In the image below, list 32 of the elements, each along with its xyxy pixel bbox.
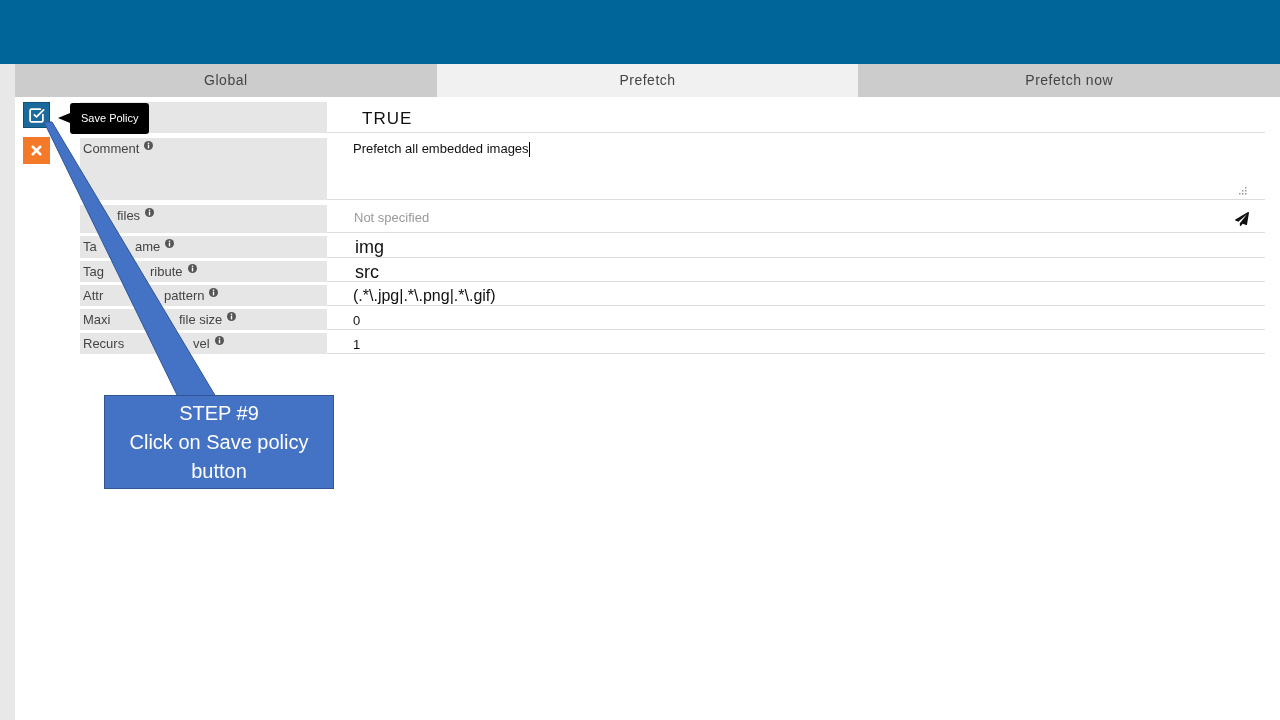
files-input[interactable]: Not specified [354, 208, 1235, 228]
field-label: Ta [83, 239, 97, 254]
check-square-icon [28, 106, 45, 124]
tooltip: Save Policy [58, 103, 150, 134]
comment-textarea[interactable]: Prefetch all embedded images [327, 138, 1265, 200]
close-icon [29, 143, 44, 158]
field-label: Attr [83, 288, 104, 303]
field-label: files [117, 207, 141, 225]
save-button[interactable] [23, 102, 50, 128]
tab[interactable]: Global [15, 64, 437, 97]
tab[interactable]: Prefetch [436, 64, 859, 97]
field-label: ribute [150, 263, 183, 281]
callout-title: STEP #9 [179, 400, 259, 426]
field-label: vel [193, 335, 210, 353]
field-label: Tag [83, 264, 104, 279]
field-value: src [355, 262, 379, 282]
field-label: Recurs [83, 336, 125, 351]
callout-text: Click on Save policy button [128, 429, 310, 484]
field-value: 1 [353, 337, 361, 352]
field-label: ame [135, 238, 161, 256]
field-label: file size [179, 311, 223, 329]
field-value: 0 [353, 313, 361, 328]
field-value: (.*\.jpg|.*\.png|.*\.gif) [353, 287, 496, 304]
tab[interactable]: Prefetch now [858, 64, 1280, 97]
field-label: Comment [83, 140, 140, 158]
resize-grip-icon[interactable] [1239, 187, 1247, 195]
field-value: img [355, 237, 384, 257]
send-icon[interactable] [1235, 212, 1249, 226]
field-label: Maxi [83, 312, 111, 327]
field-value: TRUE [362, 109, 413, 128]
field-label: pattern [164, 287, 205, 305]
cancel-button[interactable] [23, 137, 50, 164]
